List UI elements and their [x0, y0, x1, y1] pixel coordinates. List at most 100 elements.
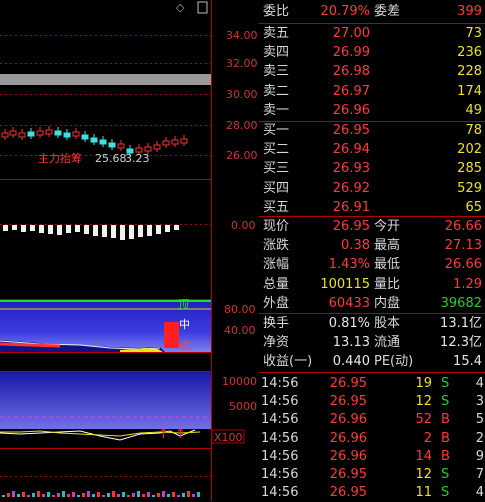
- candle-body: [180, 138, 188, 144]
- vol-axis-10000: 10000: [222, 375, 257, 388]
- quote-panel: 委比 20.79% 委差 399 卖五 27.00 73 卖四 26.99 236 卖三 26…: [259, 0, 485, 501]
- stat-value: 0.38: [341, 238, 370, 254]
- price-band: [0, 74, 211, 85]
- diamond-icon[interactable]: ◇: [176, 1, 185, 14]
- stat-row: 现价 26.95 今开 26.66: [259, 217, 485, 236]
- tick-volume: 52: [415, 412, 432, 428]
- tick-side: S: [441, 467, 450, 482]
- tick-price: 26.95: [329, 485, 367, 501]
- fin-label: 流通: [374, 335, 401, 350]
- bottom-bar: [82, 493, 85, 497]
- main-force-label: 主力抬筹: [38, 151, 82, 165]
- bottom-bar: [187, 491, 190, 497]
- tick-side: S: [441, 376, 450, 391]
- bottom-bar: [52, 495, 55, 497]
- ask-volume: 49: [465, 102, 482, 118]
- fin-label: 收益(一): [263, 354, 313, 369]
- candle-body: [45, 129, 53, 135]
- macd-bar: [165, 225, 170, 232]
- weibi-row: 委比 20.79% 委差 399: [259, 2, 485, 21]
- stat-row: 总量 100115 量比 1.29: [259, 275, 485, 294]
- tick-row: 14:56 26.95 12 S 7: [259, 465, 485, 484]
- fin-label: 净资: [263, 335, 290, 350]
- tick-volume: 14: [415, 448, 432, 464]
- bottom-bar: [7, 493, 10, 497]
- main-force-value2: 3.23: [125, 152, 150, 165]
- ask-row: 卖一 26.96 49: [259, 101, 485, 120]
- tick-time: 14:56: [261, 376, 299, 391]
- macd-bar: [48, 225, 53, 234]
- tick-row: 14:56 26.95 12 S 3: [259, 392, 485, 411]
- osc-tag-bottom: 底: [180, 338, 191, 352]
- stat-value: 1.43%: [328, 257, 370, 273]
- stat-value: 39682: [440, 295, 482, 311]
- candle-body: [72, 131, 80, 137]
- tick-count: 5: [475, 412, 484, 428]
- bid-label: 买五: [263, 199, 290, 215]
- bottom-bar: [182, 493, 185, 497]
- tick-volume: 2: [423, 430, 432, 446]
- divider: [259, 372, 485, 373]
- tick-count: 9: [475, 448, 484, 464]
- stat-label: 量比: [374, 276, 401, 292]
- ask-price: 26.98: [332, 64, 370, 80]
- price-tick: 34.00: [226, 29, 258, 42]
- fin-value: 0.81%: [328, 316, 370, 331]
- fin-row: 收益(一) 0.440 PE(动) 15.4: [259, 352, 485, 371]
- stat-label: 现价: [263, 219, 290, 234]
- tick-side: B: [441, 448, 450, 464]
- bottom-bar: [127, 495, 130, 497]
- macd-bar: [93, 225, 98, 236]
- bottom-bar: [147, 492, 150, 497]
- macd-bar: [84, 225, 89, 234]
- bid-volume: 529: [457, 180, 482, 196]
- macd-bar: [12, 225, 17, 230]
- bid-row: 买四 26.92 529: [259, 179, 485, 198]
- macd-bar: [21, 225, 26, 232]
- ask-price: 27.00: [332, 26, 370, 41]
- main-force-value: 25.68: [95, 152, 127, 165]
- macd-bars: [3, 225, 179, 240]
- kline-chart-pane[interactable]: ◇ 34.00 32.00 30.00 28.00 26.00 主力抬筹 25.68 3…: [0, 0, 258, 501]
- macd-bar: [102, 225, 107, 237]
- stat-value: 60433: [328, 295, 370, 311]
- candle-body: [81, 134, 89, 140]
- candle-body: [36, 130, 44, 136]
- osc-axis-80: 80.00: [224, 303, 256, 316]
- candle-body: [99, 139, 107, 145]
- bottom-bar: [102, 495, 105, 497]
- tick-side: B: [441, 412, 450, 428]
- candle-body: [54, 130, 62, 136]
- bid-label: 买三: [263, 161, 290, 177]
- flow-up-arrow: ↑: [158, 427, 169, 442]
- bid-label: 买四: [263, 180, 290, 196]
- stat-label: 外盘: [263, 295, 290, 311]
- bottom-bar: [27, 495, 30, 497]
- kline-chart-svg: ◇ 34.00 32.00 30.00 28.00 26.00 主力抬筹 25.68 3…: [0, 0, 258, 501]
- bottom-bar: [172, 492, 175, 497]
- bottom-bar: [152, 495, 155, 497]
- tick-time: 14:56: [261, 430, 299, 446]
- window-toggle-icon[interactable]: [197, 1, 208, 14]
- ask-row: 卖五 27.00 73: [259, 24, 485, 43]
- bid-volume: 202: [457, 142, 482, 158]
- stat-label: 最低: [374, 257, 401, 273]
- bottom-bar: [167, 494, 170, 497]
- price-axis: 34.00 32.00 30.00 28.00 26.00: [226, 29, 258, 162]
- vol-axis-5000: 5000: [229, 400, 257, 413]
- osc-tag-top: 顶: [178, 298, 189, 311]
- fin-row: 换手 0.81% 股本 13.1亿: [259, 314, 485, 333]
- tick-row: 14:56 26.95 11 S 4: [259, 483, 485, 502]
- macd-bar: [39, 225, 44, 233]
- bottom-bar: [157, 493, 160, 497]
- fin-value: 12.3亿: [440, 335, 482, 350]
- tick-time: 14:56: [261, 412, 299, 428]
- ask-row: 卖四 26.99 236: [259, 43, 485, 62]
- osc-tag-mid: 中: [179, 318, 190, 331]
- stat-row: 外盘 60433 内盘 39682: [259, 294, 485, 313]
- oscillator-bar: [164, 322, 179, 348]
- fin-label: 换手: [263, 316, 290, 331]
- bottom-bar: [37, 491, 40, 497]
- stat-value: 27.13: [444, 238, 482, 254]
- stat-label: 涨跌: [263, 238, 290, 254]
